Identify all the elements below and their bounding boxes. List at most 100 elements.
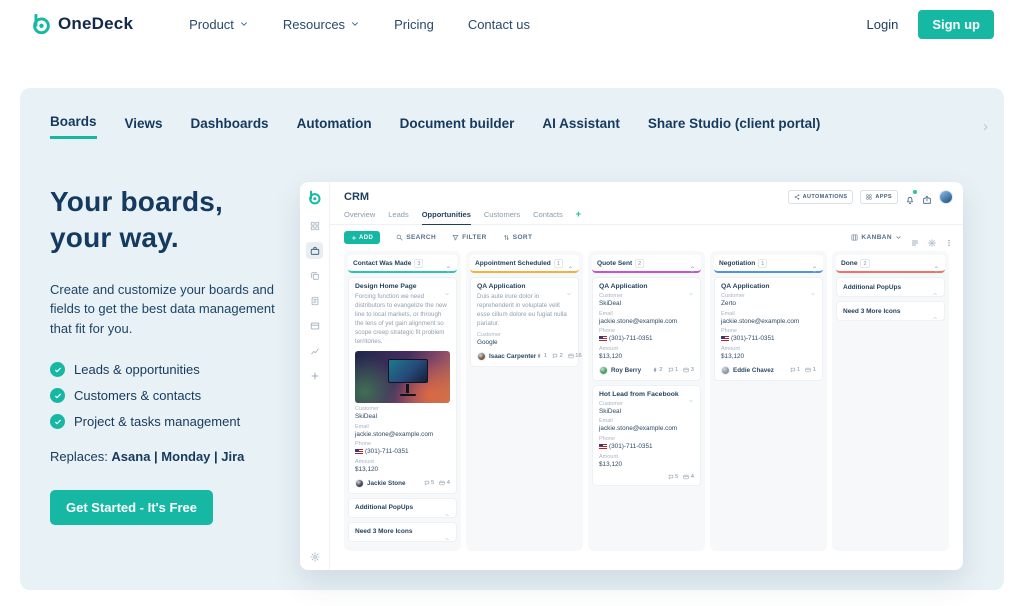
chevron-down-icon[interactable] xyxy=(688,284,694,290)
app-tab-overview[interactable]: Overview xyxy=(344,210,375,224)
field-value: $13,120 xyxy=(599,461,694,469)
sidebar-item-chart[interactable] xyxy=(306,342,323,359)
card-qa-application[interactable]: QA ApplicationCustomerSkiDealEmailjackie… xyxy=(592,277,701,381)
chevron-up-icon[interactable] xyxy=(444,529,450,535)
nav-link-label: Resources xyxy=(283,17,345,32)
assignee-avatar[interactable] xyxy=(599,366,608,375)
stat-value: 1 xyxy=(544,353,547,359)
assignee-name: Isaac Carpenter xyxy=(489,353,536,360)
assignee-avatar[interactable] xyxy=(355,479,364,488)
sidebar-item-briefcase[interactable] xyxy=(306,242,323,259)
user-avatar[interactable] xyxy=(939,190,953,204)
card-field-phone: Phone(301)-711-0351 xyxy=(355,441,450,456)
app-tab-opportunities[interactable]: Opportunities xyxy=(422,210,471,225)
filter-button[interactable]: FILTER xyxy=(452,234,487,241)
sidebar-item-grid[interactable] xyxy=(306,217,323,234)
assignee-avatar[interactable] xyxy=(477,352,486,361)
sidebar-item-plus[interactable] xyxy=(306,367,323,384)
column-collapse-button[interactable] xyxy=(811,260,818,267)
chevron-up-icon[interactable] xyxy=(932,284,938,290)
brand[interactable]: OneDeck xyxy=(30,13,133,35)
login-link[interactable]: Login xyxy=(867,17,899,32)
plus-icon xyxy=(310,371,320,381)
tab-document-builder[interactable]: Document builder xyxy=(400,116,515,138)
app-tab-contacts[interactable]: Contacts xyxy=(533,210,563,224)
chevron-up-icon[interactable] xyxy=(932,308,938,314)
chevron-down-icon[interactable] xyxy=(566,284,572,290)
toolbar-right: KANBAN xyxy=(851,234,953,242)
search-button[interactable]: SEARCH xyxy=(396,234,436,241)
card-title: QA Application xyxy=(599,283,648,290)
more-options-button[interactable] xyxy=(945,234,953,242)
row-height-button[interactable] xyxy=(911,234,919,242)
chevron-down-icon[interactable] xyxy=(810,284,816,290)
column-cards: QA ApplicationCustomerSkiDealEmailjackie… xyxy=(592,277,701,486)
sort-button[interactable]: SORT xyxy=(503,234,533,241)
card-qa-application[interactable]: QA ApplicationDuis aute irure dolor in r… xyxy=(470,277,579,367)
tab-boards[interactable]: Boards xyxy=(50,114,97,139)
board-settings-button[interactable] xyxy=(928,234,936,242)
app-tab-add[interactable]: + xyxy=(576,209,581,224)
assignee-avatar[interactable] xyxy=(721,366,730,375)
card-footer: Jackie Stone54 xyxy=(355,479,450,488)
stat-comment: 5 xyxy=(424,480,435,486)
tabs-next-arrow[interactable]: › xyxy=(983,118,988,135)
check-circle xyxy=(50,414,65,429)
column-name: Done xyxy=(841,260,857,267)
chevron-down-icon xyxy=(688,291,694,297)
card-field-email: Emailjackie.stone@example.com xyxy=(599,311,694,326)
screen-icon xyxy=(439,480,445,486)
us-flag-icon xyxy=(355,449,363,454)
card-need-3-more-icons[interactable]: Need 3 More Icons xyxy=(836,301,945,321)
card-additional-popups[interactable]: Additional PopUps xyxy=(348,498,457,518)
signup-button[interactable]: Sign up xyxy=(918,10,994,39)
card-qa-application[interactable]: QA ApplicationCustomerZertoEmailjackie.s… xyxy=(714,277,823,381)
sidebar-item-copy[interactable] xyxy=(306,267,323,284)
chevron-up-icon[interactable] xyxy=(444,505,450,511)
get-started-button[interactable]: Get Started - It's Free xyxy=(50,490,213,525)
chevron-down-icon[interactable] xyxy=(688,391,694,397)
app-tab-customers[interactable]: Customers xyxy=(484,210,520,224)
tab-share-studio-client-portal[interactable]: Share Studio (client portal) xyxy=(648,116,821,138)
sidebar-item-card[interactable] xyxy=(306,317,323,334)
field-label: Phone xyxy=(355,441,450,447)
card-additional-popups[interactable]: Additional PopUps xyxy=(836,277,945,297)
chevron-down-icon[interactable] xyxy=(444,284,450,290)
tab-ai-assistant[interactable]: AI Assistant xyxy=(542,116,620,138)
chevron-up-icon xyxy=(932,291,938,297)
replaces-line: Replaces: Asana | Monday | Jira xyxy=(50,449,300,464)
comment-icon xyxy=(790,367,796,373)
column-collapse-button[interactable] xyxy=(445,260,452,267)
column-collapse-button[interactable] xyxy=(933,260,940,267)
tab-automation[interactable]: Automation xyxy=(297,116,372,138)
field-label: Phone xyxy=(721,328,816,334)
card-field-email: Emailjackie.stone@example.com xyxy=(721,311,816,326)
column-collapse-button[interactable] xyxy=(689,260,696,267)
card-design-home-page[interactable]: Design Home PageForcing function we need… xyxy=(348,277,457,494)
app-tab-leads[interactable]: Leads xyxy=(388,210,408,224)
nav-link-pricing[interactable]: Pricing xyxy=(394,17,434,32)
apps-button[interactable]: APPS xyxy=(860,190,898,204)
field-value: jackie.stone@example.com xyxy=(599,318,694,326)
tab-views[interactable]: Views xyxy=(125,116,163,138)
nav-link-product[interactable]: Product xyxy=(189,17,249,32)
column-collapse-button[interactable] xyxy=(567,260,574,267)
nav-link-resources[interactable]: Resources xyxy=(283,17,360,32)
tab-dashboards[interactable]: Dashboards xyxy=(191,116,269,138)
sidebar-item-settings[interactable] xyxy=(300,552,330,562)
comment-icon xyxy=(552,353,558,359)
card-hot-lead-from-facebook[interactable]: Hot Lead from FacebookCustomerSkiDealEma… xyxy=(592,385,701,486)
notifications-button[interactable] xyxy=(905,192,915,202)
board-column-contact-was-made: Contact Was Made3Design Home PageForcing… xyxy=(344,251,461,551)
export-button[interactable] xyxy=(922,192,932,202)
column-cards: Design Home PageForcing function we need… xyxy=(348,277,457,542)
sidebar-item-doc[interactable] xyxy=(306,292,323,309)
automations-button[interactable]: AUTOMATIONS xyxy=(788,190,854,204)
export-icon xyxy=(922,195,932,205)
nav-link-contact-us[interactable]: Contact us xyxy=(468,17,530,32)
assignee-name: Jackie Stone xyxy=(367,480,406,487)
card-need-3-more-icons[interactable]: Need 3 More Icons xyxy=(348,522,457,542)
app-header-actions: AUTOMATIONS APPS xyxy=(788,190,953,204)
add-button[interactable]: ADD xyxy=(344,231,380,244)
view-selector[interactable]: KANBAN xyxy=(851,234,902,241)
